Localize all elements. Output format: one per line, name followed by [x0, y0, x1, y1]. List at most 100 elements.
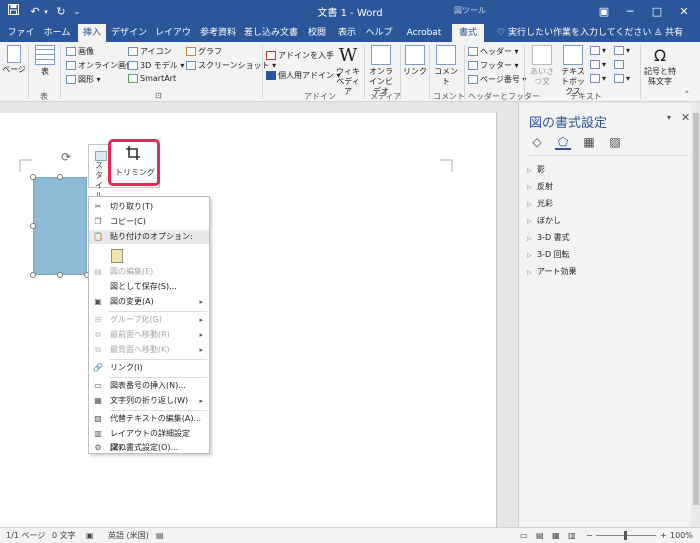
layout-properties-icon[interactable]: ▦: [581, 134, 597, 150]
zoom-level[interactable]: 100%: [670, 530, 693, 542]
pane-scrollbar[interactable]: [691, 103, 700, 527]
section-shadow[interactable]: ▷ 影: [527, 163, 687, 177]
effects-icon[interactable]: ⬠: [555, 134, 571, 150]
trim-button[interactable]: トリミング: [108, 139, 160, 186]
image-button[interactable]: 画像: [66, 46, 94, 57]
my-addins-button[interactable]: 個人用アドイン ▾: [266, 70, 341, 81]
menu-item-insert-caption[interactable]: ▭ 図表番号の挿入(N)...: [89, 379, 209, 393]
pane-options-icon[interactable]: ▾: [667, 113, 671, 122]
zoom-out-button[interactable]: −: [586, 530, 593, 542]
document-page[interactable]: [0, 113, 497, 527]
link-button[interactable]: リンク: [403, 45, 427, 77]
tab-help[interactable]: ヘルプ: [364, 24, 394, 42]
rotate-handle-icon[interactable]: ⟳: [61, 150, 71, 164]
illustrations-group-launcher[interactable]: ⊡: [155, 91, 162, 100]
wordart-button[interactable]: ▾: [590, 60, 606, 69]
style-button[interactable]: スタイル: [95, 151, 107, 201]
tab-mailings[interactable]: 差し込み文書: [242, 24, 300, 42]
maximize-button[interactable]: □: [643, 2, 671, 22]
smartart-button[interactable]: SmartArt: [128, 74, 176, 83]
section-soft-edges[interactable]: ▷ ぼかし: [527, 214, 687, 228]
tab-format[interactable]: 書式: [452, 24, 484, 42]
chart-button[interactable]: グラフ: [186, 46, 222, 57]
zoom-slider-thumb[interactable]: [624, 531, 627, 540]
tab-home[interactable]: ホーム: [40, 24, 74, 42]
object-button[interactable]: ▾: [614, 74, 630, 83]
menu-item-wrap-text[interactable]: ▦ 文字列の折り返し(W) ▸: [89, 394, 209, 408]
share-button[interactable]: ♙ 共有: [654, 24, 683, 42]
tab-design[interactable]: デザイン: [110, 24, 148, 42]
section-artistic-effects[interactable]: ▷ アート効果: [527, 265, 687, 279]
section-reflection[interactable]: ▷ 反射: [527, 180, 687, 194]
language-status[interactable]: 英語 (米国): [108, 530, 149, 542]
tab-acrobat[interactable]: Acrobat: [400, 24, 448, 42]
proofing-icon[interactable]: ▣: [86, 530, 94, 542]
shapes-button[interactable]: 図形 ▾: [66, 74, 101, 85]
datetime-button[interactable]: [614, 60, 626, 69]
page-number-button[interactable]: ページ番号 ▾: [468, 74, 526, 85]
wikipedia-button[interactable]: W ウィキペディア: [334, 45, 362, 97]
resize-handle[interactable]: [30, 272, 36, 278]
paste-keep-format-icon[interactable]: [111, 249, 123, 263]
print-layout-icon[interactable]: ▦: [552, 530, 560, 542]
zoom-in-button[interactable]: +: [660, 530, 667, 542]
online-video-button[interactable]: オンラインビデオ: [366, 45, 396, 97]
resize-handle[interactable]: [30, 174, 36, 180]
symbol-button[interactable]: Ω 記号と特殊文字: [642, 45, 678, 87]
menu-item-format-picture[interactable]: ⚙ 図の書式設定(O)...: [89, 441, 209, 455]
menu-item-copy[interactable]: ❐ コピー(C): [89, 215, 209, 229]
tab-view[interactable]: 表示: [334, 24, 360, 42]
tab-references[interactable]: 参考資料: [198, 24, 238, 42]
web-layout-icon[interactable]: ▥: [568, 530, 576, 542]
vertical-scrollbar[interactable]: [507, 103, 518, 527]
section-glow[interactable]: ▷ 光彩: [527, 197, 687, 211]
section-3d-rotation[interactable]: ▷ 3-D 回転: [527, 248, 687, 262]
dropcap-button[interactable]: ▾: [590, 74, 606, 83]
picture-icon[interactable]: ▨: [607, 134, 623, 150]
textbox-button[interactable]: テキストボックス: [558, 45, 588, 97]
pane-scroll-thumb[interactable]: [693, 113, 699, 505]
signature-button[interactable]: ▾: [614, 46, 630, 55]
media-group-label: メディア: [370, 92, 402, 101]
resize-handle[interactable]: [30, 223, 36, 229]
pane-close-icon[interactable]: ✕: [681, 111, 690, 124]
fill-line-icon[interactable]: ◇: [529, 134, 545, 150]
word-count[interactable]: 0 文字: [52, 530, 76, 542]
page-count[interactable]: 1/1 ページ: [6, 530, 45, 542]
menu-item-change-picture[interactable]: ▣ 図の変更(A) ▸: [89, 295, 209, 309]
table-button[interactable]: 表: [32, 45, 58, 77]
menu-item-cut[interactable]: ✂ 切り取り(T): [89, 200, 209, 214]
tab-file[interactable]: ファイル: [4, 24, 38, 56]
resize-handle[interactable]: [57, 272, 63, 278]
collapse-ribbon-icon[interactable]: ⌃: [684, 90, 690, 98]
comment-button[interactable]: コメント: [431, 45, 461, 87]
menu-item-save-as-picture[interactable]: 図として保存(S)...: [89, 280, 209, 294]
header-button[interactable]: ヘッダー ▾: [468, 46, 519, 57]
ribbon-display-icon[interactable]: ▣: [590, 2, 618, 22]
icons-button[interactable]: アイコン: [128, 46, 172, 57]
online-image-button[interactable]: オンライン画像: [66, 60, 134, 71]
menu-item-link[interactable]: 🔗 リンク(I): [89, 361, 209, 375]
menu-item-more-layout[interactable]: ▥ レイアウトの詳細設定(Z)...: [89, 427, 209, 452]
tab-review[interactable]: 校閲: [304, 24, 330, 42]
quickparts-button[interactable]: ▾: [590, 46, 606, 55]
focus-mode-icon[interactable]: ▭: [520, 530, 528, 542]
3d-model-button[interactable]: 3D モデル ▾: [128, 60, 184, 71]
footer-button[interactable]: フッター ▾: [468, 60, 519, 71]
section-label: アート効果: [537, 267, 577, 276]
menu-item-edit-alt-text[interactable]: ▨ 代替テキストの編集(A)...: [89, 412, 209, 426]
resize-handle[interactable]: [57, 174, 63, 180]
tell-me-search[interactable]: ♡ 実行したい作業を入力してください: [497, 24, 651, 42]
read-mode-icon[interactable]: ▤: [536, 530, 544, 542]
section-3d-format[interactable]: ▷ 3-D 書式: [527, 231, 687, 245]
pages-button[interactable]: ページ: [2, 45, 26, 75]
get-addins-button[interactable]: アドインを入手: [266, 50, 334, 61]
macro-icon[interactable]: ▤: [156, 530, 164, 542]
close-button[interactable]: ✕: [670, 2, 698, 22]
greeting-button[interactable]: あいさつ文: [527, 45, 557, 87]
tab-layout[interactable]: レイアウト: [152, 24, 194, 56]
online-image-label: オンライン画像: [78, 61, 134, 70]
minimize-button[interactable]: ─: [616, 2, 644, 22]
selected-picture[interactable]: [33, 177, 87, 275]
tab-insert[interactable]: 挿入: [78, 24, 106, 42]
